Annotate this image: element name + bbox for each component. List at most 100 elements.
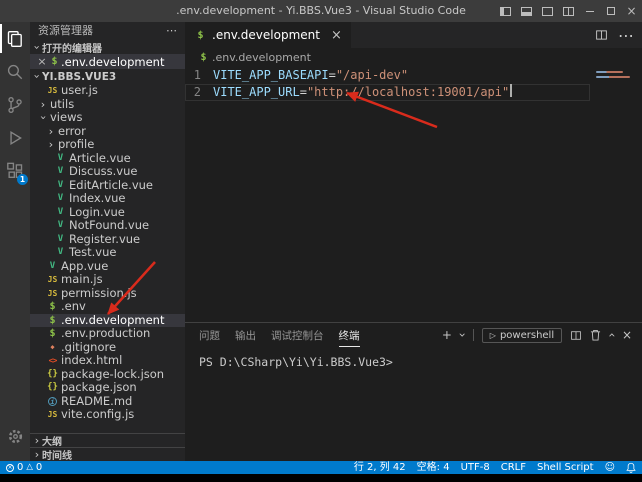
tree-item-label: profile xyxy=(58,138,94,152)
source-control-icon[interactable] xyxy=(0,88,30,121)
tree-item[interactable]: JS vite.config.js xyxy=(30,408,185,422)
tree-item[interactable]: V Test.vue xyxy=(30,246,185,260)
toggle-secondary-sidebar-icon[interactable] xyxy=(537,0,558,22)
open-editor-file-label: .env.development xyxy=(61,55,164,69)
close-panel-icon[interactable]: × xyxy=(622,328,632,342)
extensions-icon[interactable]: 1 xyxy=(0,154,30,187)
file-type-icon: V xyxy=(54,206,67,220)
kill-terminal-icon[interactable] xyxy=(590,329,601,341)
tree-item[interactable]: $ .env.development xyxy=(30,314,185,328)
search-icon[interactable] xyxy=(0,55,30,88)
status-bar: 0 △ 0 行 2, 列 42 空格: 4 UTF-8 CRLF Shell S… xyxy=(0,461,642,474)
problems-status[interactable]: 0 △ 0 xyxy=(6,461,42,474)
tree-item[interactable]: <> index.html xyxy=(30,354,185,368)
code-line-1[interactable]: 1VITE_APP_BASEAPI="/api-dev" xyxy=(185,67,590,84)
tree-item[interactable]: i README.md xyxy=(30,395,185,409)
run-debug-icon[interactable] xyxy=(0,121,30,154)
file-type-icon: ◆ xyxy=(46,341,59,355)
file-type-icon: V xyxy=(46,260,59,274)
chevron-down-icon: › xyxy=(31,72,44,82)
new-terminal-icon[interactable]: + xyxy=(442,328,452,342)
split-editor-icon[interactable] xyxy=(595,26,608,45)
tree-item[interactable]: V Register.vue xyxy=(30,233,185,247)
errors-icon xyxy=(6,464,14,472)
tree-item[interactable]: V App.vue xyxy=(30,260,185,274)
tree-item-label: .env xyxy=(61,300,86,314)
explorer-icon[interactable] xyxy=(0,22,30,55)
tab-output[interactable]: 输出 xyxy=(235,324,256,346)
close-editor-icon[interactable]: × xyxy=(36,55,48,68)
shell-picker[interactable]: ▷ powershell xyxy=(482,328,562,343)
tree-item[interactable]: ◆ .gitignore xyxy=(30,341,185,355)
outline-label: 大纲 xyxy=(42,433,62,447)
tree-item[interactable]: $ .env.production xyxy=(30,327,185,341)
breadcrumb[interactable]: $ .env.development xyxy=(185,48,642,66)
outline-section-header[interactable]: › 大纲 xyxy=(30,433,185,447)
close-button[interactable]: × xyxy=(621,0,642,22)
tree-item[interactable]: › profile xyxy=(30,138,185,152)
language-mode[interactable]: Shell Script xyxy=(537,461,594,474)
tree-item[interactable]: JS main.js xyxy=(30,273,185,287)
feedback-smiley-icon[interactable]: ☺ xyxy=(605,461,615,474)
chevron-down-icon[interactable]: › xyxy=(455,333,469,338)
tree-item[interactable]: {} package.json xyxy=(30,381,185,395)
project-section-header[interactable]: › YI.BBS.VUE3 xyxy=(30,69,185,84)
notifications-bell-icon[interactable] xyxy=(626,462,636,473)
cursor-position[interactable]: 行 2, 列 42 xyxy=(354,461,406,474)
timeline-label: 时间线 xyxy=(42,447,72,461)
tree-item[interactable]: JS user.js xyxy=(30,84,185,98)
tree-item-label: .gitignore xyxy=(61,341,116,355)
indentation[interactable]: 空格: 4 xyxy=(417,461,450,474)
tab-debug-console[interactable]: 调试控制台 xyxy=(271,324,324,346)
customize-layout-icon[interactable] xyxy=(558,0,579,22)
tree-item-label: NotFound.vue xyxy=(69,219,149,233)
minimap[interactable] xyxy=(594,68,640,78)
split-terminal-icon[interactable] xyxy=(570,330,582,341)
tree-item[interactable]: V Discuss.vue xyxy=(30,165,185,179)
tab-label: .env.development xyxy=(212,28,320,42)
settings-gear-icon[interactable] xyxy=(0,420,30,453)
file-type-icon: JS xyxy=(46,287,59,301)
tree-item[interactable]: V EditArticle.vue xyxy=(30,179,185,193)
code-editor[interactable]: 1VITE_APP_BASEAPI="/api-dev" 2VITE_APP_U… xyxy=(185,66,642,322)
open-editor-item[interactable]: × $ .env.development xyxy=(30,54,185,69)
toggle-sidebar-icon[interactable] xyxy=(495,0,516,22)
timeline-section-header[interactable]: › 时间线 xyxy=(30,447,185,461)
code-line-2[interactable]: 2VITE_APP_URL="http://localhost:19001/ap… xyxy=(185,84,590,101)
tree-item[interactable]: › utils xyxy=(30,98,185,112)
tree-item[interactable]: V Login.vue xyxy=(30,206,185,220)
chevron-icon: › xyxy=(46,125,56,139)
tree-item[interactable]: $ .env xyxy=(30,300,185,314)
explorer-more-actions-icon[interactable]: ⋯ xyxy=(166,22,177,40)
maximize-button[interactable] xyxy=(600,0,621,22)
file-type-icon: {} xyxy=(46,381,59,395)
tab-problems[interactable]: 问题 xyxy=(199,324,220,346)
open-editors-label: 打开的编辑器 xyxy=(42,40,102,54)
explorer-sidebar: 资源管理器 ⋯ › 打开的编辑器 × $ .env.development › … xyxy=(30,22,185,461)
panel: 问题 输出 调试控制台 终端 + › ▷ powershell xyxy=(185,322,642,461)
editor-more-actions-icon[interactable]: ⋯ xyxy=(618,26,634,45)
tab-env-development[interactable]: $ .env.development × xyxy=(185,22,352,48)
file-type-icon: JS xyxy=(46,84,59,98)
tree-item[interactable]: V Article.vue xyxy=(30,152,185,166)
tree-item-label: Index.vue xyxy=(69,192,125,206)
open-editors-section-header[interactable]: › 打开的编辑器 xyxy=(30,40,185,54)
encoding[interactable]: UTF-8 xyxy=(461,461,490,474)
breadcrumb-item[interactable]: .env.development xyxy=(212,51,311,64)
terminal[interactable]: PS D:\CSharp\Yi\Yi.BBS.Vue3> xyxy=(185,347,642,369)
tree-item[interactable]: V Index.vue xyxy=(30,192,185,206)
tree-item-label: error xyxy=(58,125,86,139)
tree-item[interactable]: › error xyxy=(30,125,185,139)
file-type-icon: V xyxy=(54,233,67,247)
tab-close-icon[interactable]: × xyxy=(331,28,342,43)
tree-item[interactable]: V NotFound.vue xyxy=(30,219,185,233)
toggle-panel-icon[interactable] xyxy=(516,0,537,22)
eol[interactable]: CRLF xyxy=(501,461,526,474)
minimize-button[interactable] xyxy=(579,0,600,22)
tab-terminal[interactable]: 终端 xyxy=(339,324,360,347)
tree-item[interactable]: JS permission.js xyxy=(30,287,185,301)
maximize-panel-icon[interactable]: › xyxy=(605,333,619,338)
tree-item[interactable]: › views xyxy=(30,111,185,125)
tree-item-label: views xyxy=(50,111,82,125)
tree-item[interactable]: {} package-lock.json xyxy=(30,368,185,382)
